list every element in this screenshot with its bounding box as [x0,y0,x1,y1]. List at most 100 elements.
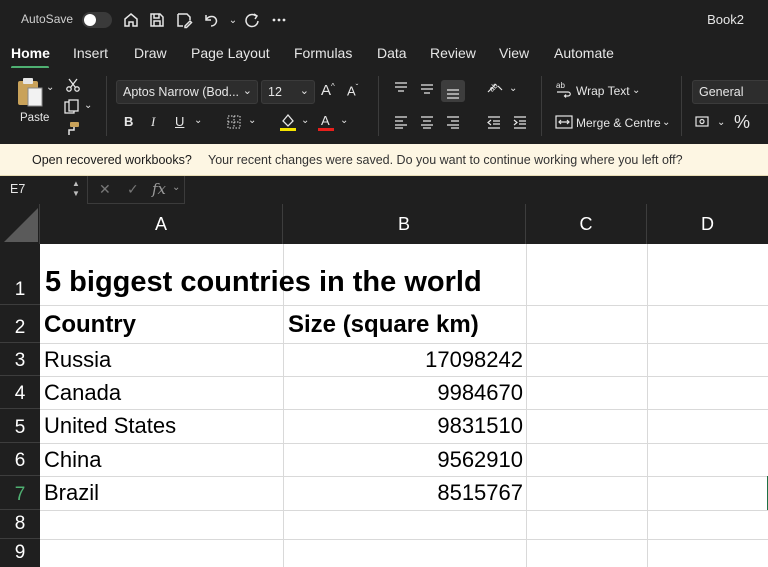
row-header-7[interactable]: 7 [0,476,40,510]
increase-font-size-icon[interactable]: A^ [321,82,335,99]
borders-icon[interactable] [226,114,242,130]
cell-b2-header[interactable]: Size (square km) [288,311,479,339]
chevron-down-icon[interactable]: ⌄ [172,182,180,193]
align-left-icon[interactable] [393,114,409,130]
undo-icon[interactable] [200,9,222,31]
row-header-8[interactable]: 8 [0,510,40,539]
cell-a2-header[interactable]: Country [44,311,136,339]
worksheet-grid[interactable]: 5 biggest countries in the world Country… [40,244,768,567]
cell-size[interactable]: 9831510 [283,413,523,439]
font-color-icon[interactable]: A [317,112,335,132]
borders-dropdown-icon[interactable]: ⌄ [248,115,256,126]
ribbon-separator [106,76,107,136]
decrease-font-size-icon[interactable]: Aˇ [347,83,358,98]
cut-icon[interactable] [64,76,82,94]
orientation-icon[interactable]: ab [486,80,504,98]
tab-view[interactable]: View [499,45,529,61]
merge-centre-icon[interactable] [555,114,573,130]
align-bottom-icon[interactable] [445,84,461,100]
fill-color-icon[interactable] [279,112,297,132]
bold-button[interactable]: B [124,114,133,129]
save-as-icon[interactable] [173,9,195,31]
merge-dropdown-icon[interactable]: ⌄ [662,117,670,128]
more-icon[interactable] [268,9,290,31]
autosave-toggle[interactable] [82,12,112,28]
formula-input[interactable] [184,176,768,204]
cell-size[interactable]: 8515767 [283,480,523,506]
number-format-select[interactable]: General [692,80,768,104]
select-all-triangle [4,208,38,242]
align-center-icon[interactable] [419,114,435,130]
wrap-text-icon[interactable]: ab [555,80,573,98]
cell-country[interactable]: Brazil [44,480,99,506]
format-painter-icon[interactable] [63,120,81,138]
font-name-select[interactable]: Aptos Narrow (Bod... ⌄ [116,80,258,104]
font-size-select[interactable]: 12 ⌄ [261,80,315,104]
paste-icon[interactable] [14,76,46,108]
font-color-dropdown-icon[interactable]: ⌄ [340,115,348,126]
save-icon[interactable] [146,9,168,31]
cell-size[interactable]: 9562910 [283,447,523,473]
decrease-indent-icon[interactable] [486,114,502,130]
redo-icon[interactable] [241,9,263,31]
row-header-3[interactable]: 3 [0,343,40,376]
tab-review[interactable]: Review [430,45,476,61]
tab-draw[interactable]: Draw [134,45,167,61]
grid-line [40,510,768,511]
tab-insert[interactable]: Insert [73,45,108,61]
row-header-1[interactable]: 1 [0,244,40,305]
column-header-c[interactable]: C [526,204,647,244]
cell-country[interactable]: China [44,447,101,473]
row-header-2[interactable]: 2 [0,305,40,343]
copy-dropdown-icon[interactable]: ⌄ [84,100,92,111]
column-header-d[interactable]: D [647,204,768,244]
accounting-format-icon[interactable] [695,114,713,130]
wrap-text-label[interactable]: Wrap Text [576,84,630,98]
tab-automate[interactable]: Automate [554,45,614,61]
chevron-down-icon: ⌄ [299,85,309,97]
cell-country[interactable]: United States [44,413,176,439]
enter-icon[interactable]: ✓ [127,181,139,198]
title-bar: AutoSave ⌄ Book2 [0,0,768,40]
tab-formulas[interactable]: Formulas [294,45,352,61]
column-header-b[interactable]: B [283,204,526,244]
tab-data[interactable]: Data [377,45,407,61]
paste-dropdown-icon[interactable]: ⌄ [46,82,54,93]
cell-country[interactable]: Russia [44,347,111,373]
row-header-6[interactable]: 6 [0,443,40,476]
name-box-stepper-icon[interactable]: ▲ ▼ [72,179,80,199]
cell-a1-title[interactable]: 5 biggest countries in the world [45,266,482,299]
column-headers: A B C D [0,204,768,244]
wrap-text-dropdown-icon[interactable]: ⌄ [632,85,640,96]
message-title: Open recovered workbooks? [32,153,192,167]
insert-function-icon[interactable]: fx [152,180,166,198]
tab-page-layout[interactable]: Page Layout [191,45,270,61]
percent-style-icon[interactable]: % [734,112,750,133]
home-icon[interactable] [120,9,142,31]
ribbon-separator [541,76,542,136]
row-header-4[interactable]: 4 [0,376,40,409]
cell-size[interactable]: 9984670 [283,380,523,406]
underline-button[interactable]: U [175,114,184,129]
italic-button[interactable]: I [151,114,155,130]
merge-centre-label[interactable]: Merge & Centre [576,116,661,130]
underline-dropdown-icon[interactable]: ⌄ [194,115,202,126]
orientation-dropdown-icon[interactable]: ⌄ [509,83,517,94]
tab-home[interactable]: Home [11,45,50,61]
increase-indent-icon[interactable] [512,114,528,130]
copy-icon[interactable] [62,98,82,116]
name-box[interactable]: E7 ▲ ▼ [0,176,88,204]
cell-size[interactable]: 17098242 [283,347,523,373]
grid-line [40,376,768,377]
row-header-5[interactable]: 5 [0,409,40,443]
cancel-icon[interactable]: ✕ [99,181,111,198]
align-middle-icon[interactable] [419,80,435,96]
cell-country[interactable]: Canada [44,380,121,406]
align-right-icon[interactable] [445,114,461,130]
row-header-9[interactable]: 9 [0,539,40,567]
column-header-a[interactable]: A [40,204,283,244]
align-top-icon[interactable] [393,80,409,96]
fill-color-dropdown-icon[interactable]: ⌄ [301,115,309,126]
select-all-button[interactable] [0,204,40,244]
accounting-dropdown-icon[interactable]: ⌄ [717,117,725,128]
